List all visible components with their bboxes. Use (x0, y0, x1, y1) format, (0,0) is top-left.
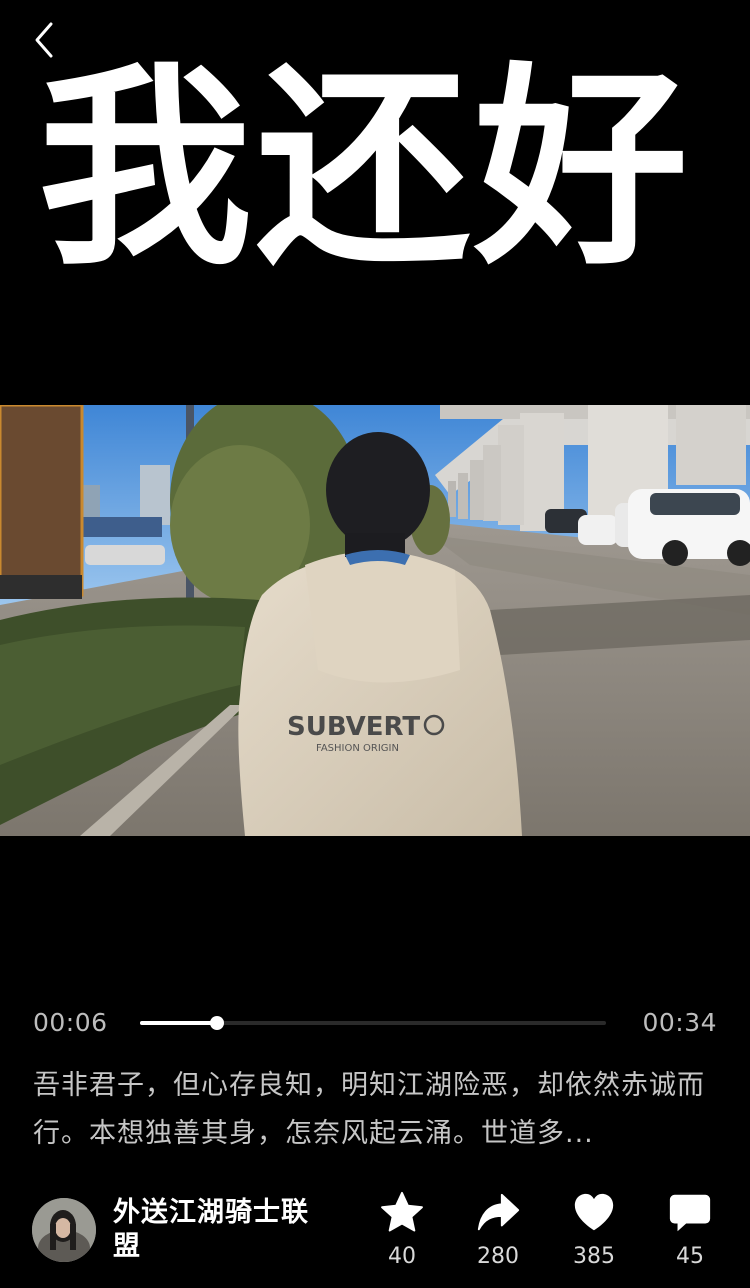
favorite-button[interactable]: 40 (362, 1190, 442, 1270)
playback-progress: 00:06 00:34 (0, 1004, 750, 1042)
heart-icon (574, 1193, 614, 1231)
comment-count: 45 (676, 1244, 704, 1269)
like-count: 385 (573, 1244, 615, 1269)
jacket-brand-text: SUBVERT (287, 712, 420, 742)
star-icon (381, 1191, 423, 1232)
progress-track[interactable] (140, 1016, 606, 1030)
progress-thumb[interactable] (209, 1016, 224, 1030)
comment-button[interactable]: 45 (650, 1190, 730, 1270)
action-bar: 40 280 385 45 (0, 1190, 750, 1280)
like-button[interactable]: 385 (554, 1190, 634, 1270)
total-time: 00:34 (642, 1008, 717, 1037)
overlay-title: 我还好 (38, 45, 692, 294)
share-icon (477, 1193, 520, 1231)
video-player[interactable]: SUBVERT FASHION ORIGIN (0, 405, 750, 836)
favorite-count: 40 (388, 1244, 416, 1269)
share-count: 280 (477, 1244, 519, 1269)
share-button[interactable]: 280 (458, 1190, 538, 1270)
progress-fill (140, 1021, 217, 1025)
jacket-sub-text: FASHION ORIGIN (316, 743, 399, 754)
video-frame-image: SUBVERT FASHION ORIGIN (0, 405, 750, 836)
comment-icon (669, 1194, 711, 1232)
video-description[interactable]: 吾非君子，但心存良知，明知江湖险恶，却依然赤诚而行。本想独善其身，怎奈风起云涌。… (33, 1062, 723, 1158)
current-time: 00:06 (33, 1008, 108, 1037)
